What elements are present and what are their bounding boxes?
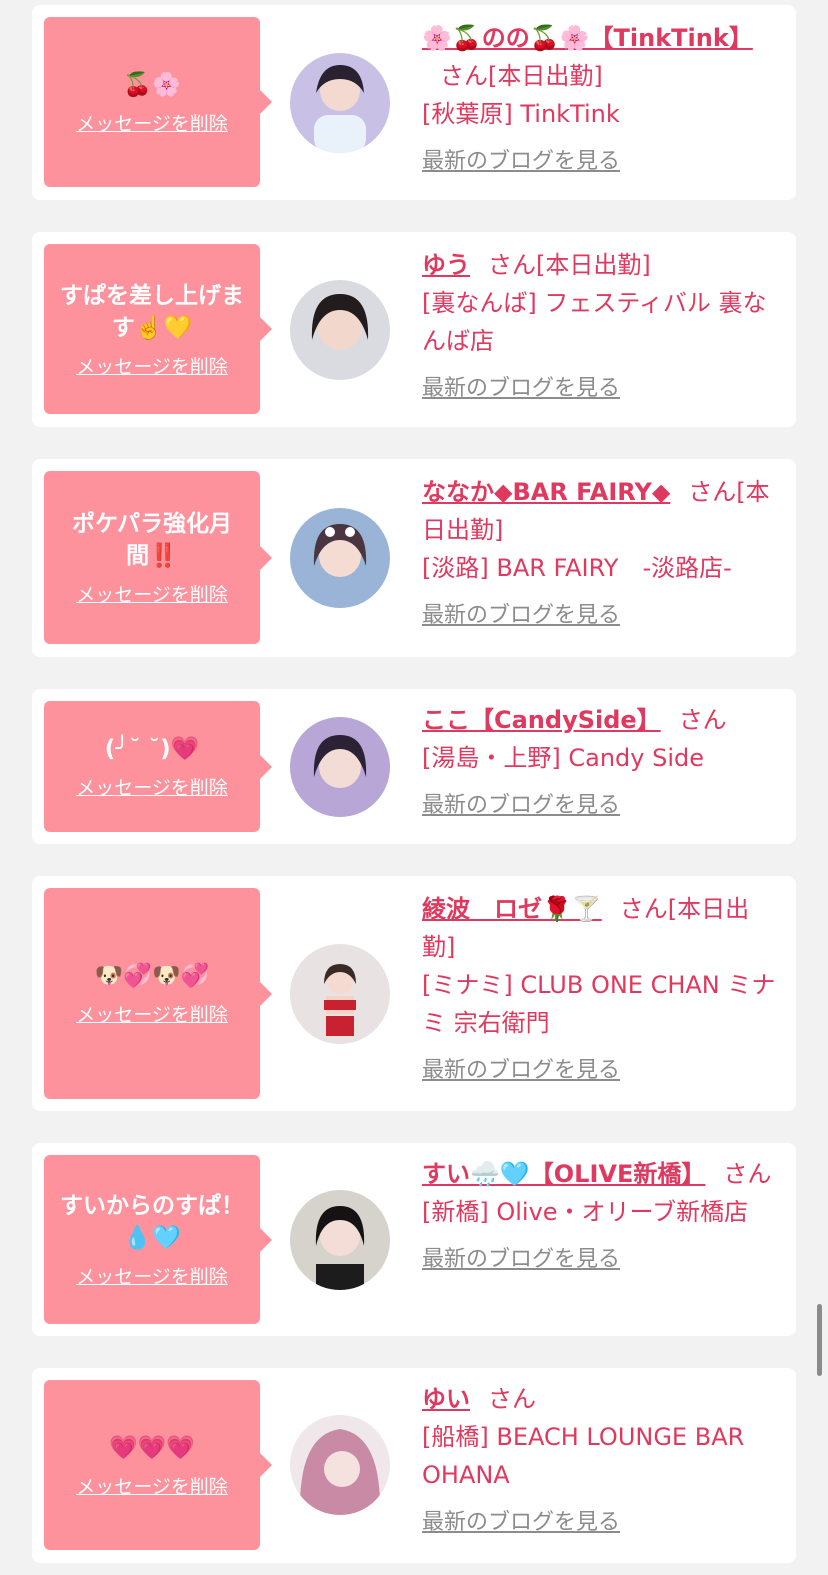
message-text: 🐶💞🐶💞 bbox=[94, 963, 210, 989]
shop-name: [淡路] BAR FAIRY -淡路店- bbox=[422, 554, 732, 582]
shop-name: [裏なんば] フェスティバル 裏なんば店 bbox=[422, 289, 767, 355]
message-card: 💗💗💗 メッセージを削除 ゆい さん [船橋] BEACH LOUNGE BAR … bbox=[32, 1368, 796, 1563]
member-suffix: さん bbox=[723, 1160, 772, 1188]
member-name-link[interactable]: 綾波 ロゼ🌹🍸 bbox=[422, 895, 602, 923]
message-card: ポケパラ強化月間‼️ メッセージを削除 ななか◆BAR FAIRY◆ さん[本日出… bbox=[32, 459, 796, 657]
message-bubble: すぱを差し上げます☝️💛 メッセージを削除 bbox=[44, 244, 272, 414]
avatar[interactable] bbox=[290, 1415, 390, 1515]
avatar[interactable] bbox=[290, 508, 390, 608]
delete-message-link[interactable]: メッセージを削除 bbox=[76, 580, 228, 607]
shop-name: [湯島・上野] Candy Side bbox=[422, 744, 704, 772]
message-text: すぱを差し上げます☝️💛 bbox=[60, 282, 244, 341]
latest-blog-link[interactable]: 最新のブログを見る bbox=[422, 143, 620, 181]
message-card: 🍒🌸 メッセージを削除 🌸🍒のの🍒🌸【TinkTink】さん[本日出勤] [秋葉… bbox=[32, 5, 796, 200]
latest-blog-link[interactable]: 最新のブログを見る bbox=[422, 1504, 620, 1542]
message-text: 🍒🌸 bbox=[123, 71, 181, 98]
message-bubble: すいからのすぱ！💧🩵 メッセージを削除 bbox=[44, 1155, 272, 1324]
scrollbar[interactable] bbox=[817, 1304, 822, 1376]
delete-message-link[interactable]: メッセージを削除 bbox=[76, 352, 228, 379]
member-name-link[interactable]: ゆう bbox=[422, 251, 470, 279]
message-text: すいからのすぱ！💧🩵 bbox=[60, 1193, 244, 1251]
message-bubble: ポケパラ強化月間‼️ メッセージを削除 bbox=[44, 471, 272, 644]
shop-name: [秋葉原] TinkTink bbox=[422, 100, 620, 128]
member-info: 綾波 ロゼ🌹🍸 さん[本日出勤] [ミナミ] CLUB ONE CHAN ミナミ … bbox=[422, 890, 782, 1090]
member-info: ここ【CandySide】 さん [湯島・上野] Candy Side 最新のブロ… bbox=[422, 701, 782, 825]
message-card: 🐶💞🐶💞 メッセージを削除 綾波 ロゼ🌹🍸 さん[本日出勤] [ミナミ] CLUB… bbox=[32, 876, 796, 1111]
member-info: ゆい さん [船橋] BEACH LOUNGE BAR OHANA 最新のブログを… bbox=[422, 1380, 782, 1542]
member-suffix: さん bbox=[488, 1385, 536, 1413]
latest-blog-link[interactable]: 最新のブログを見る bbox=[422, 597, 620, 635]
avatar[interactable] bbox=[290, 944, 390, 1044]
member-suffix: さん bbox=[678, 706, 727, 734]
avatar[interactable] bbox=[290, 717, 390, 817]
member-name-link[interactable]: ここ【CandySide】 bbox=[422, 706, 661, 734]
message-bubble: 💗💗💗 メッセージを削除 bbox=[44, 1380, 272, 1550]
shop-name: [船橋] BEACH LOUNGE BAR OHANA bbox=[422, 1423, 745, 1489]
message-text: ポケパラ強化月間‼️ bbox=[71, 511, 233, 569]
avatar[interactable] bbox=[290, 53, 390, 153]
shop-name: [ミナミ] CLUB ONE CHAN ミナミ 宗右衛門 bbox=[422, 971, 776, 1037]
avatar[interactable] bbox=[290, 280, 390, 380]
message-list: 🍒🌸 メッセージを削除 🌸🍒のの🍒🌸【TinkTink】さん[本日出勤] [秋葉… bbox=[0, 0, 828, 1575]
member-info: ななか◆BAR FAIRY◆ さん[本日出勤] [淡路] BAR FAIRY -淡… bbox=[422, 473, 782, 635]
delete-message-link[interactable]: メッセージを削除 bbox=[76, 1000, 228, 1027]
member-info: すい🌧️🩵【OLIVE新橋】 さん [新橋] Olive・オリーブ新橋店 最新のブ… bbox=[422, 1155, 782, 1279]
member-name-link[interactable]: 🌸🍒のの🍒🌸【TinkTink】 bbox=[422, 24, 753, 52]
latest-blog-link[interactable]: 最新のブログを見る bbox=[422, 1241, 620, 1279]
member-name-link[interactable]: ななか◆BAR FAIRY◆ bbox=[422, 478, 670, 506]
delete-message-link[interactable]: メッセージを削除 bbox=[76, 1262, 228, 1289]
member-name-link[interactable]: ゆい bbox=[422, 1385, 470, 1413]
message-card: すいからのすぱ！💧🩵 メッセージを削除 すい🌧️🩵【OLIVE新橋】 さん [新橋… bbox=[32, 1143, 796, 1336]
member-name-link[interactable]: すい🌧️🩵【OLIVE新橋】 bbox=[422, 1160, 705, 1188]
latest-blog-link[interactable]: 最新のブログを見る bbox=[422, 1052, 620, 1090]
latest-blog-link[interactable]: 最新のブログを見る bbox=[422, 370, 620, 408]
member-suffix: さん[本日出勤] bbox=[440, 62, 603, 90]
member-suffix: さん[本日出勤] bbox=[488, 251, 651, 279]
delete-message-link[interactable]: メッセージを削除 bbox=[76, 1472, 228, 1499]
message-card: すぱを差し上げます☝️💛 メッセージを削除 ゆう さん[本日出勤] [裏なんば] … bbox=[32, 232, 796, 427]
message-text: 💗💗💗 bbox=[109, 1434, 195, 1461]
message-card: (╯˘ ˘)💗 メッセージを削除 ここ【CandySide】 さん [湯島・上野]… bbox=[32, 689, 796, 844]
message-bubble: 🍒🌸 メッセージを削除 bbox=[44, 17, 272, 187]
message-text: (╯˘ ˘)💗 bbox=[104, 736, 200, 762]
shop-name: [新橋] Olive・オリーブ新橋店 bbox=[422, 1198, 749, 1226]
message-bubble: (╯˘ ˘)💗 メッセージを削除 bbox=[44, 701, 272, 832]
delete-message-link[interactable]: メッセージを削除 bbox=[76, 773, 228, 800]
member-info: ゆう さん[本日出勤] [裏なんば] フェスティバル 裏なんば店 最新のブログを見… bbox=[422, 246, 782, 408]
latest-blog-link[interactable]: 最新のブログを見る bbox=[422, 787, 620, 825]
avatar[interactable] bbox=[290, 1190, 390, 1290]
member-info: 🌸🍒のの🍒🌸【TinkTink】さん[本日出勤] [秋葉原] TinkTink … bbox=[422, 19, 782, 181]
delete-message-link[interactable]: メッセージを削除 bbox=[76, 109, 228, 136]
message-bubble: 🐶💞🐶💞 メッセージを削除 bbox=[44, 888, 272, 1099]
